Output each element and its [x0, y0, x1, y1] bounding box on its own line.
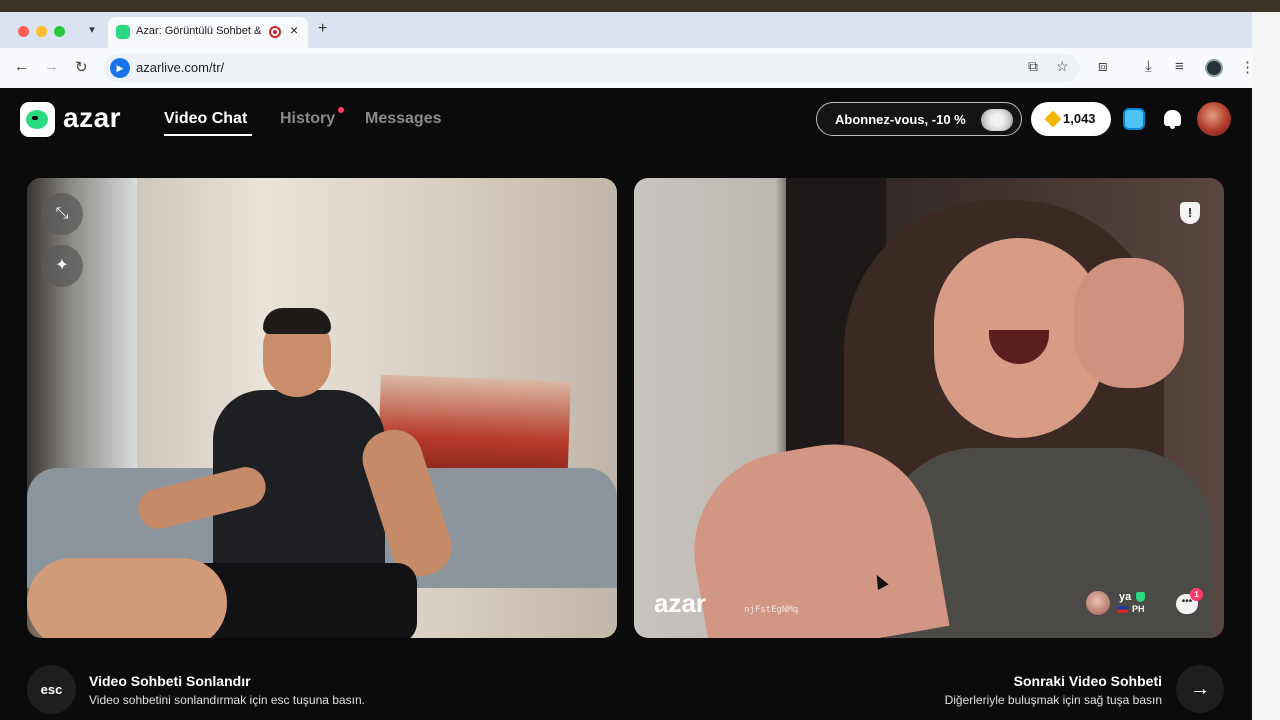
subscribe-button[interactable]: Abonnez-vous, -10 %: [816, 102, 1022, 136]
gems-count: 1,043: [1063, 111, 1096, 126]
scene-person-hand: [1074, 258, 1184, 388]
magic-wand-icon[interactable]: ✦: [41, 245, 83, 287]
notification-bell-icon[interactable]: [1164, 110, 1181, 129]
download-icon[interactable]: ⤓: [1145, 58, 1152, 75]
browser-tab-active[interactable]: Azar: Görüntülü Sohbet & ×: [108, 17, 308, 48]
history-notification-dot: [338, 107, 344, 113]
window-edge: [1252, 12, 1280, 720]
azar-app: azar Video Chat History Messages Abonnez…: [0, 88, 1252, 720]
self-video-feed: ⤡ ✦: [27, 178, 617, 638]
peer-country: PH: [1132, 604, 1145, 614]
active-tab-underline: [164, 134, 252, 136]
back-arrow-icon[interactable]: ←: [14, 58, 29, 75]
extensions-puzzle-icon[interactable]: ⧈: [1098, 58, 1108, 75]
site-camera-icon[interactable]: ▶: [110, 58, 130, 78]
arrow-right-icon[interactable]: →: [1176, 665, 1224, 713]
report-icon[interactable]: !: [1180, 202, 1200, 224]
minimize-icon[interactable]: ⤡: [41, 193, 83, 235]
nav-tab-messages[interactable]: Messages: [365, 110, 442, 128]
new-tab-icon[interactable]: +: [318, 20, 327, 38]
end-chat-title: Video Sohbeti Sonlandır: [89, 673, 251, 689]
gems-button[interactable]: 1,043: [1031, 102, 1111, 136]
azar-logo-icon[interactable]: [20, 102, 55, 137]
peer-video-feed: ! azar njFstEgNMq ya PH ••• 1: [634, 178, 1224, 638]
window-minimize-button[interactable]: [36, 26, 47, 37]
azar-logo-text[interactable]: azar: [63, 102, 121, 134]
browser-toolbar: ← → ↻ ▶ azarlive.com/tr/ ⧉ ☆ ⧈ ⤓ ≡ ⋮: [0, 48, 1265, 88]
reload-icon[interactable]: ↻: [75, 58, 88, 76]
logo-eye: [32, 116, 38, 120]
media-controls-icon[interactable]: ≡: [1175, 58, 1184, 75]
end-chat-subtitle: Video sohbetini sonlandırmak için esc tu…: [89, 693, 365, 707]
window-close-button[interactable]: [18, 26, 29, 37]
flower-icon: [981, 109, 1013, 131]
os-menu-bar: [0, 0, 1280, 12]
bookmark-star-icon[interactable]: ☆: [1056, 58, 1069, 75]
tab-search-chevron-icon[interactable]: ▾: [82, 20, 102, 40]
next-chat-subtitle: Diğerleriyle buluşmak için sağ tuşa bası…: [944, 693, 1162, 707]
tab-title: Azar: Görüntülü Sohbet &: [136, 25, 262, 37]
chat-unread-badge: 1: [1190, 588, 1203, 601]
end-chat-esc-button[interactable]: esc: [27, 665, 76, 714]
peer-name: ya: [1119, 591, 1132, 603]
tab-close-icon[interactable]: ×: [290, 22, 298, 38]
peer-avatar[interactable]: [1086, 591, 1110, 615]
philippines-flag-icon: [1118, 606, 1128, 613]
url-text: azarlive.com/tr/: [136, 60, 225, 75]
azar-favicon-icon: [116, 25, 130, 39]
watermark-logo: azar: [654, 588, 707, 618]
subscribe-label: Abonnez-vous, -10 %: [835, 112, 966, 127]
window-maximize-button[interactable]: [54, 26, 65, 37]
install-app-icon[interactable]: ⧉: [1028, 58, 1038, 75]
scene-window: [27, 178, 137, 508]
browser-tab-bar: ▾ Azar: Görüntülü Sohbet & × +: [0, 12, 1265, 48]
recording-indicator-icon: [269, 26, 281, 38]
next-chat-title: Sonraki Video Sohbeti: [1013, 673, 1162, 689]
gem-icon: [1044, 110, 1062, 128]
shop-icon[interactable]: [1123, 108, 1145, 130]
verified-shield-icon: [1136, 592, 1145, 602]
forward-arrow-icon[interactable]: →: [44, 58, 59, 75]
watermark-id: njFstEgNMq: [744, 605, 799, 615]
scene-knee: [27, 558, 227, 638]
user-avatar[interactable]: [1197, 102, 1231, 136]
browser-profile-avatar[interactable]: [1205, 59, 1223, 77]
nav-tab-video-chat[interactable]: Video Chat: [164, 110, 247, 128]
address-bar[interactable]: ▶ azarlive.com/tr/ ⧉ ☆: [104, 54, 1080, 82]
scene-person-hair: [263, 308, 331, 334]
nav-tab-history[interactable]: History: [280, 110, 335, 128]
